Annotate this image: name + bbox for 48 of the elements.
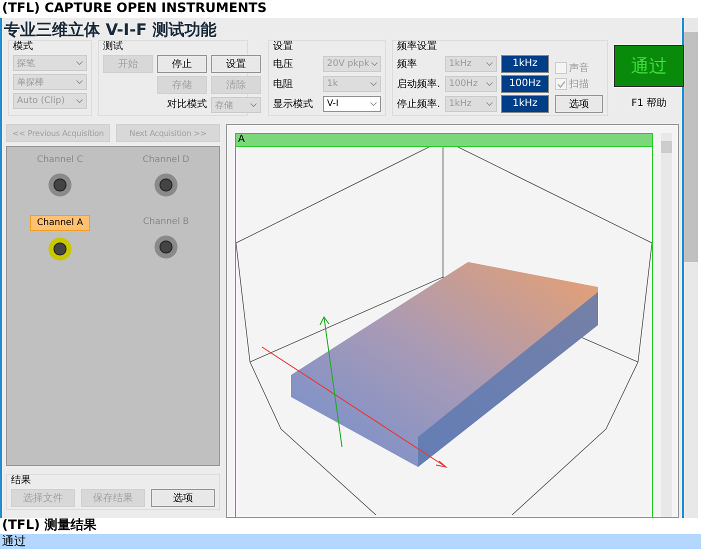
plot-title-bar: A [236,134,652,147]
channel-label[interactable]: Channel A [30,215,90,231]
chevron-down-icon [76,80,83,84]
setting-label: 电阻 [273,78,294,91]
group-label: 模式 [13,41,34,52]
help-hint: F1 帮助 [631,96,667,110]
chevron-down-icon [76,61,83,65]
app-title: 专业三维立体 V-I-F 测试功能 [3,19,218,40]
frequency-label: 停止频率. [397,98,441,111]
frequency-label: 启动频率. [397,78,441,91]
frequency-display: 1kHz [501,95,549,113]
window-title: (TFL) CAPTURE OPEN INSTRUMENTS [1,0,268,18]
channel-label[interactable]: Channel C [30,153,90,167]
group-label: 测试 [103,41,124,52]
chevron-down-icon [370,102,377,106]
connector-jack-icon[interactable] [48,173,72,197]
channel-label[interactable]: Channel D [136,153,196,167]
frequency-display: 100Hz [501,75,549,93]
setting-label: 显示模式 [273,98,314,112]
setting-label: 电压 [273,58,294,71]
frequency-display: 1kHz [501,55,549,73]
output-title: (TFL) 测量结果 [1,518,98,534]
compare-mode-label: 对比模式 [166,98,207,112]
connector-jack-icon[interactable] [48,237,72,261]
window-scrollbar[interactable] [684,18,698,518]
test-button[interactable]: 停止 [157,55,207,73]
options-button[interactable]: 选项 [555,95,603,113]
chevron-down-icon [486,82,493,86]
group-label: 结果 [11,475,32,486]
group-label: 频率设置 [397,41,438,52]
pass-status-badge: 通过 [614,45,684,87]
connector-jack-icon[interactable] [154,235,178,259]
test-button[interactable]: 设置 [211,55,261,73]
group-label: 设置 [273,41,294,52]
checkbox-label: 声音 [569,62,589,75]
frequency-label: 频率 [397,58,418,71]
results-button[interactable]: 选项 [151,489,215,507]
chevron-down-icon [370,82,377,86]
setting-dropdown[interactable]: V-I [323,96,381,112]
chevron-down-icon [486,102,493,106]
connector-jack-icon[interactable] [154,173,178,197]
checkbox-label: 扫描 [569,78,589,91]
channel-label[interactable]: Channel B [137,215,195,229]
chevron-down-icon [371,62,378,66]
plot-scrollbar[interactable] [661,133,672,517]
chevron-down-icon [250,103,257,107]
chevron-down-icon [76,99,83,103]
chevron-down-icon [486,62,493,66]
